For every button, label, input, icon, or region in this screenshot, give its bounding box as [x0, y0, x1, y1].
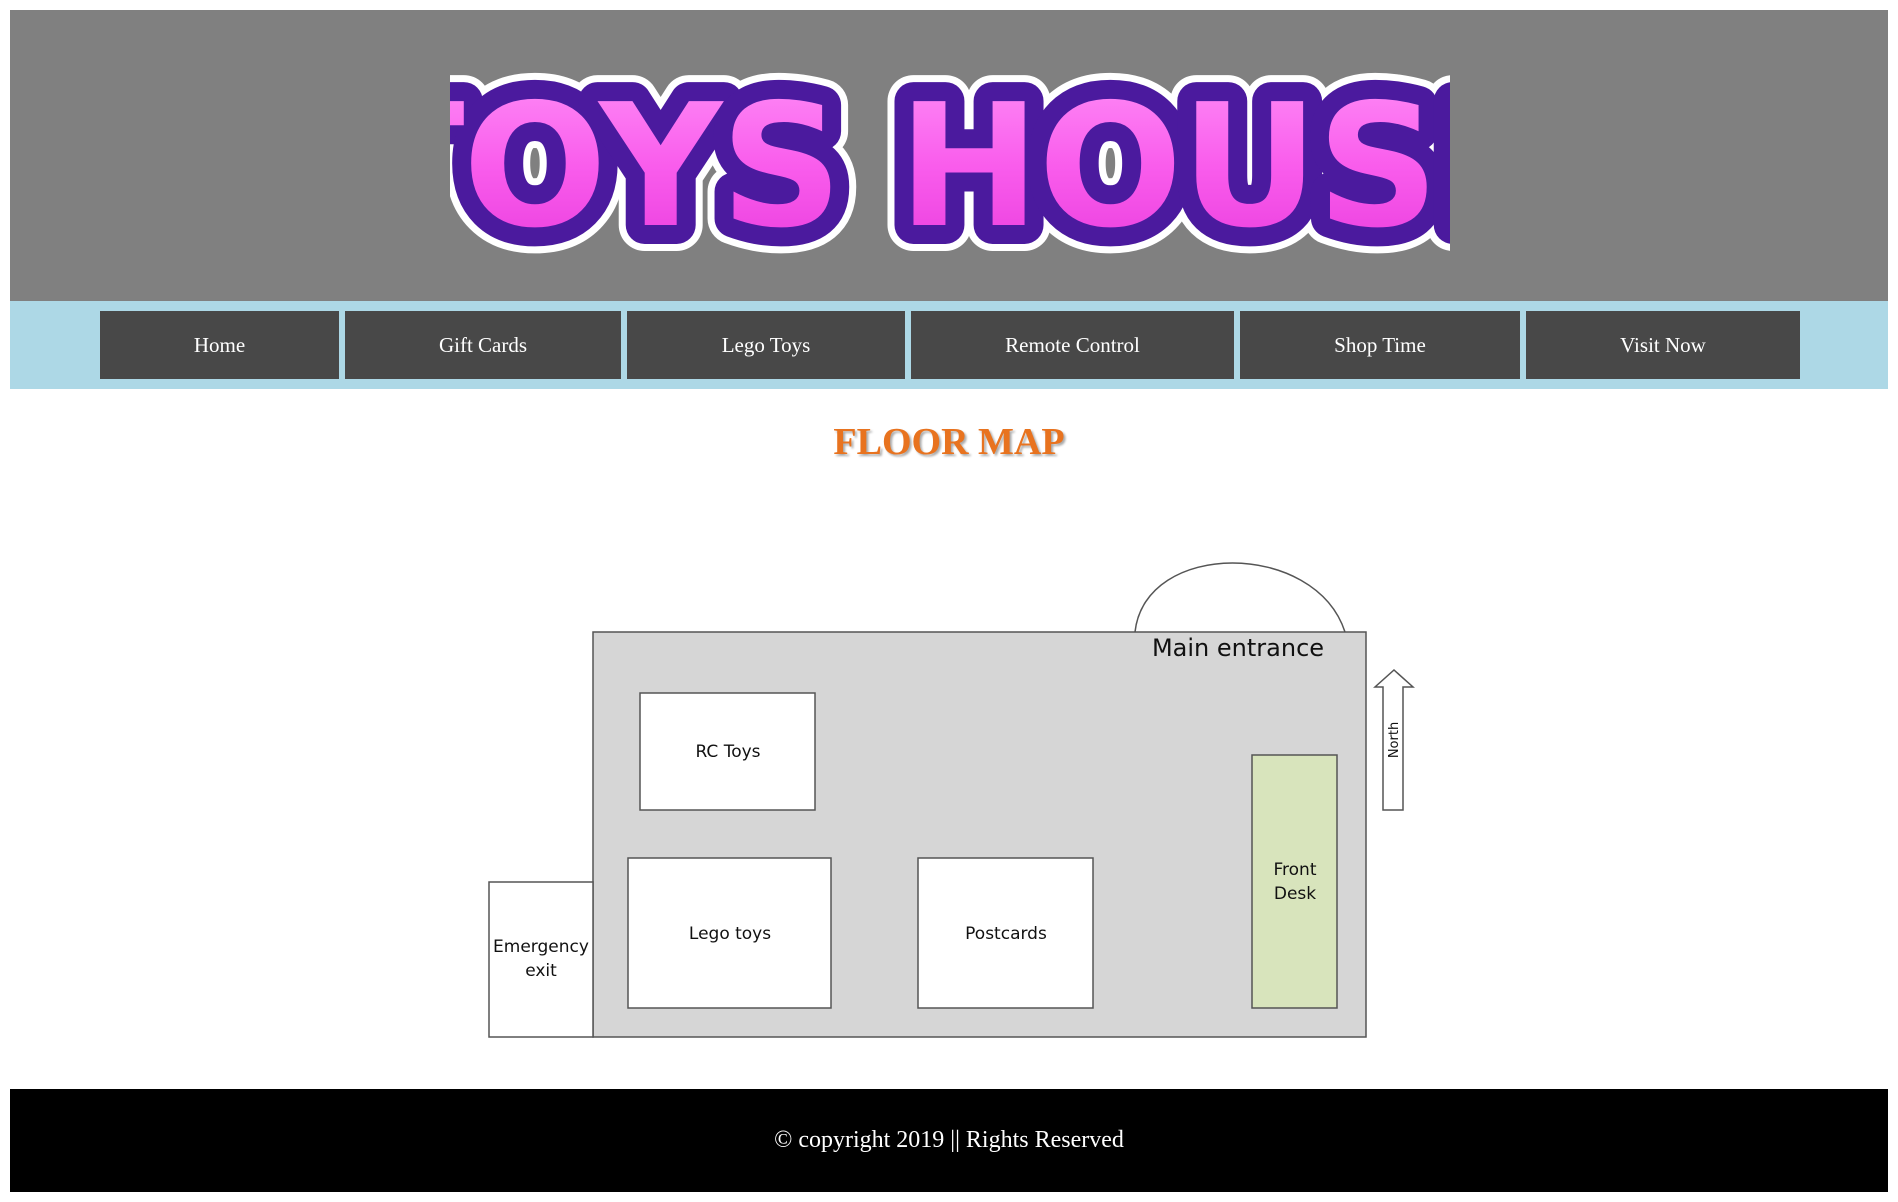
copyright-text: © copyright 2019 || Rights Reserved: [774, 1127, 1124, 1153]
nav-lego-toys[interactable]: Lego Toys: [627, 311, 905, 379]
nav-visit-now[interactable]: Visit Now: [1526, 311, 1800, 379]
emergency-exit: [488, 881, 594, 1038]
footer: © copyright 2019 || Rights Reserved: [10, 1089, 1888, 1192]
emergency-exit-label-line1: Emergency: [493, 937, 589, 957]
north-label: North: [1387, 722, 1402, 758]
main-entrance-label: Main entrance: [1152, 634, 1324, 662]
postcards-label: Postcards: [965, 924, 1047, 944]
nav-gift-cards[interactable]: Gift Cards: [345, 311, 621, 379]
emergency-exit-label-line2: exit: [525, 961, 557, 981]
nav-home[interactable]: Home: [100, 311, 339, 379]
nav-remote-control[interactable]: Remote Control: [911, 311, 1234, 379]
page-title: FLOOR MAP: [833, 421, 1065, 463]
header-banner: TOYS HOUSE TOYS HOUSE TOYS HOUSE: [10, 10, 1888, 301]
nav-shop-time[interactable]: Shop Time: [1240, 311, 1520, 379]
rc-toys-label: RC Toys: [695, 742, 760, 762]
floor-map: Main entrance RC Toys Lego toys Postcard…: [488, 562, 1415, 1038]
front-desk-label-line2: Desk: [1274, 884, 1316, 904]
lego-toys-label: Lego toys: [689, 924, 771, 944]
main-nav: Home Gift Cards Lego Toys Remote Control…: [10, 301, 1888, 389]
toys-house-logo: TOYS HOUSE TOYS HOUSE TOYS HOUSE: [450, 65, 1450, 265]
entrance-arch: [1134, 562, 1346, 633]
front-desk: [1251, 754, 1338, 1009]
front-desk-label-line1: Front: [1274, 860, 1317, 880]
svg-text:TOYS HOUSE: TOYS HOUSE: [450, 68, 1450, 265]
